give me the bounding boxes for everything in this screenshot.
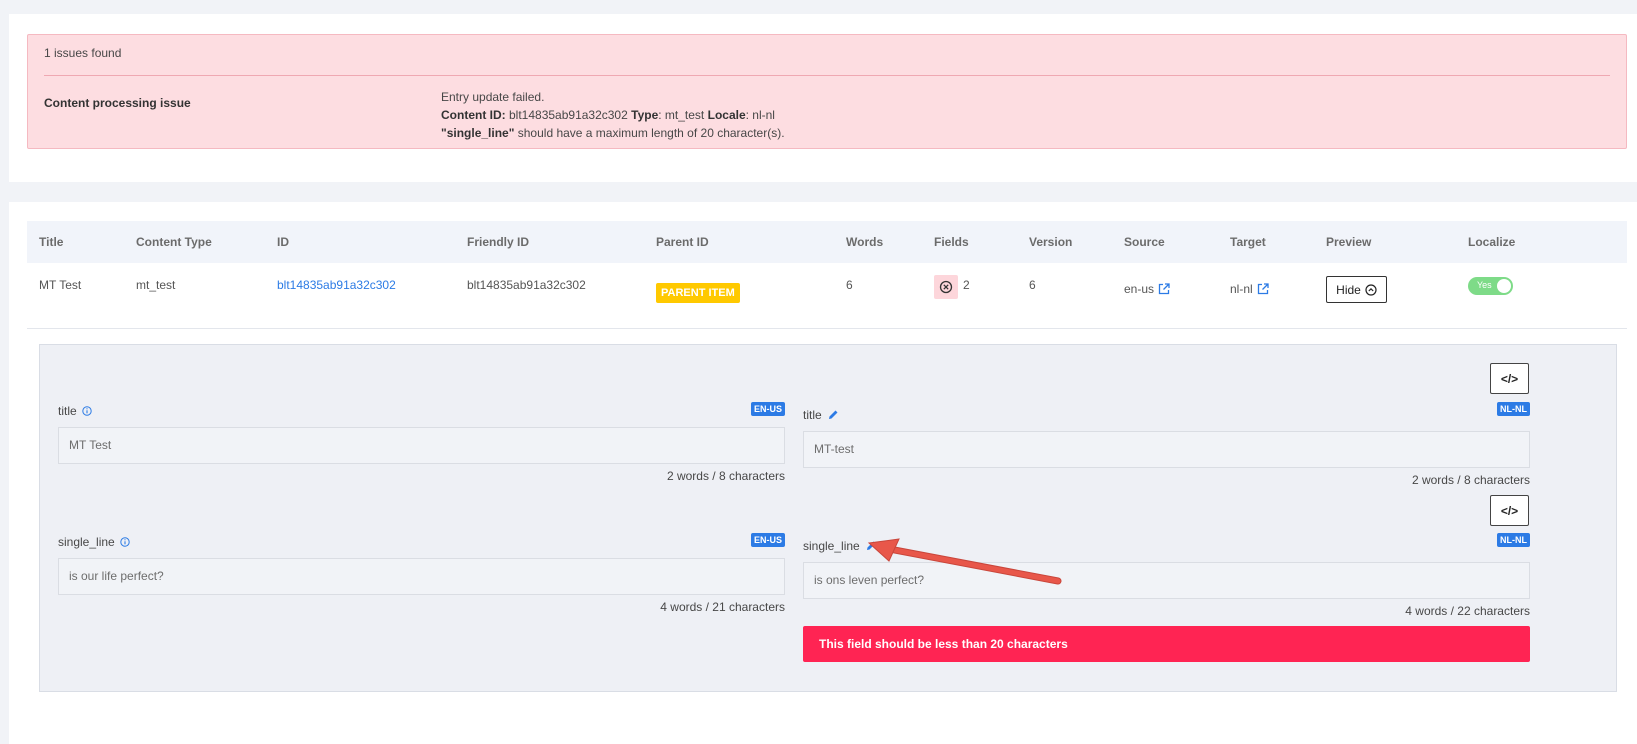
source-locale-badge: EN-US	[751, 533, 786, 547]
header-words: Words	[846, 235, 884, 249]
toggle-knob	[1497, 279, 1511, 293]
info-icon[interactable]	[120, 537, 130, 547]
source-field-name: single_line	[58, 535, 115, 549]
header-source: Source	[1124, 235, 1165, 249]
cell-target: nl-nl	[1230, 282, 1269, 296]
header-parent-id: Parent ID	[656, 235, 709, 249]
target-word-count: 4 words / 22 characters	[1405, 604, 1530, 618]
content-id-label: Content ID:	[441, 108, 506, 122]
source-field-value: MT Test	[58, 427, 785, 464]
cell-source: en-us	[1124, 282, 1170, 296]
header-title: Title	[39, 235, 64, 249]
cell-friendly-id: blt14835ab91a32c302	[467, 278, 586, 292]
source-word-count: 4 words / 21 characters	[660, 600, 785, 614]
toggle-label: Yes	[1477, 280, 1492, 290]
external-link-icon[interactable]	[1158, 283, 1170, 295]
error-circle-icon	[939, 280, 953, 294]
source-field-value: is our life perfect?	[58, 558, 785, 595]
header-version: Version	[1029, 235, 1073, 249]
issue-title: Content processing issue	[44, 96, 191, 110]
cell-fields-count: 2	[963, 278, 970, 292]
issue-field-name: "single_line"	[441, 126, 515, 140]
type-label: Type	[631, 108, 659, 122]
issue-line-2: Content ID: blt14835ab91a32c302 Type: mt…	[441, 106, 785, 124]
source-locale: en-us	[1124, 282, 1155, 296]
source-field-label: single_line	[58, 535, 130, 549]
header-content-type: Content Type	[136, 235, 212, 249]
source-field-name: title	[58, 404, 77, 418]
cell-title: MT Test	[39, 278, 82, 292]
locale-value: : nl-nl	[745, 108, 775, 122]
source-word-count: 2 words / 8 characters	[666, 469, 785, 483]
issue-line-1: Entry update failed.	[441, 90, 545, 104]
header-preview: Preview	[1326, 235, 1372, 249]
header-friendly-id: Friendly ID	[467, 235, 530, 249]
target-word-count: 2 words / 8 characters	[1411, 473, 1530, 487]
code-view-button[interactable]: </>	[1490, 495, 1529, 526]
info-icon[interactable]	[81, 406, 92, 416]
code-icon: </>	[1500, 503, 1519, 518]
type-value: : mt_test	[658, 108, 705, 122]
issues-panel: 1 issues found Content processing issue …	[9, 14, 1637, 182]
table-row: MT Test mt_test blt14835ab91a32c302 blt1…	[27, 263, 1627, 329]
target-locale-badge: NL-NL	[1497, 533, 1530, 547]
cell-words: 6	[846, 278, 853, 292]
cell-id-link[interactable]: blt14835ab91a32c302	[277, 278, 396, 292]
entries-panel: Title Content Type ID Friendly ID Parent…	[9, 202, 1637, 744]
validation-error-message: This field should be less than 20 charac…	[803, 626, 1530, 662]
localize-toggle[interactable]: Yes	[1468, 277, 1513, 295]
cell-version: 6	[1029, 278, 1036, 292]
target-field-input[interactable]: MT-test	[803, 431, 1530, 468]
header-localize: Localize	[1468, 235, 1516, 249]
fields-error-badge[interactable]	[934, 275, 958, 299]
header-fields: Fields	[934, 235, 969, 249]
source-field-label: title	[58, 404, 92, 418]
issue-alert: 1 issues found Content processing issue …	[27, 34, 1627, 149]
cell-content-type: mt_test	[136, 278, 176, 292]
target-locale-badge: NL-NL	[1497, 402, 1530, 416]
chevron-up-circle-icon	[1365, 283, 1377, 296]
target-field-name: single_line	[803, 539, 860, 553]
source-locale-badge: EN-US	[751, 402, 786, 416]
target-field-label: single_line	[803, 539, 877, 553]
external-link-icon[interactable]	[1257, 283, 1269, 295]
issue-count: 1 issues found	[44, 46, 122, 60]
target-field-name: title	[803, 408, 822, 422]
target-field-label: title	[803, 408, 839, 422]
code-icon: </>	[1500, 371, 1519, 386]
issue-detail: Entry update failed. Content ID: blt1483…	[441, 88, 785, 142]
header-id: ID	[277, 235, 289, 249]
pencil-icon[interactable]	[865, 540, 877, 552]
code-view-button[interactable]: </>	[1490, 363, 1529, 394]
header-target: Target	[1230, 235, 1266, 249]
parent-item-badge: PARENT ITEM	[656, 283, 740, 303]
issue-field-message: should have a maximum length of 20 chara…	[517, 126, 785, 140]
hide-button-label: Hide	[1336, 282, 1361, 297]
issue-line-3: "single_line" should have a maximum leng…	[441, 124, 785, 142]
target-field-input[interactable]: is ons leven perfect?	[803, 562, 1530, 599]
pencil-icon[interactable]	[827, 409, 839, 421]
content-id-value: blt14835ab91a32c302	[509, 108, 628, 122]
table-header: Title Content Type ID Friendly ID Parent…	[27, 221, 1627, 263]
preview-panel: </> title EN-US MT Test 2 words / 8 char…	[39, 344, 1617, 692]
issue-divider	[44, 75, 1610, 76]
hide-preview-button[interactable]: Hide	[1326, 276, 1387, 303]
locale-label: Locale	[707, 108, 746, 122]
target-locale: nl-nl	[1230, 282, 1253, 296]
